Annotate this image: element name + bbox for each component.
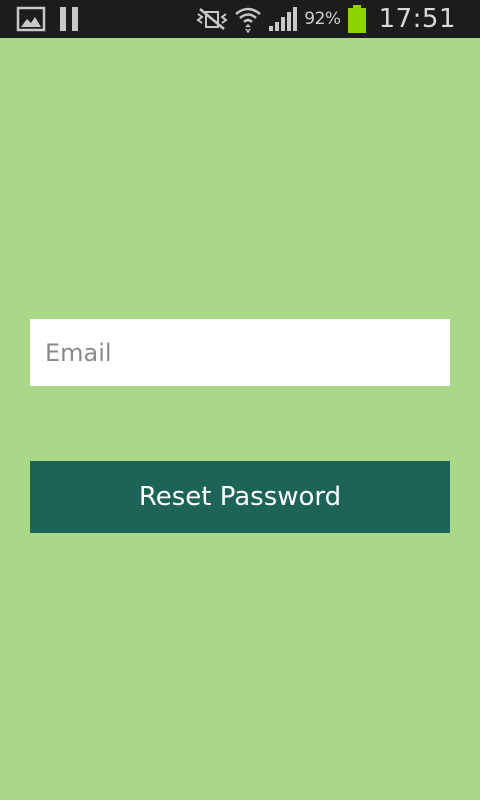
status-bar-left [16, 6, 80, 32]
reset-password-screen: 92% 17:51 Reset Password [0, 0, 480, 800]
gallery-icon [16, 6, 46, 32]
battery-percent: 92% [304, 9, 341, 29]
status-bar: 92% 17:51 [0, 0, 480, 38]
pause-icon [58, 6, 80, 32]
email-input[interactable] [45, 319, 435, 386]
status-bar-right: 92% 17:51 [196, 4, 456, 34]
signal-icon [268, 6, 298, 32]
wifi-icon [234, 5, 262, 33]
mute-vibrate-icon [196, 7, 228, 31]
reset-password-button[interactable]: Reset Password [30, 461, 450, 533]
clock: 17:51 [378, 4, 456, 34]
email-field[interactable] [30, 319, 450, 386]
battery-icon [347, 4, 367, 34]
